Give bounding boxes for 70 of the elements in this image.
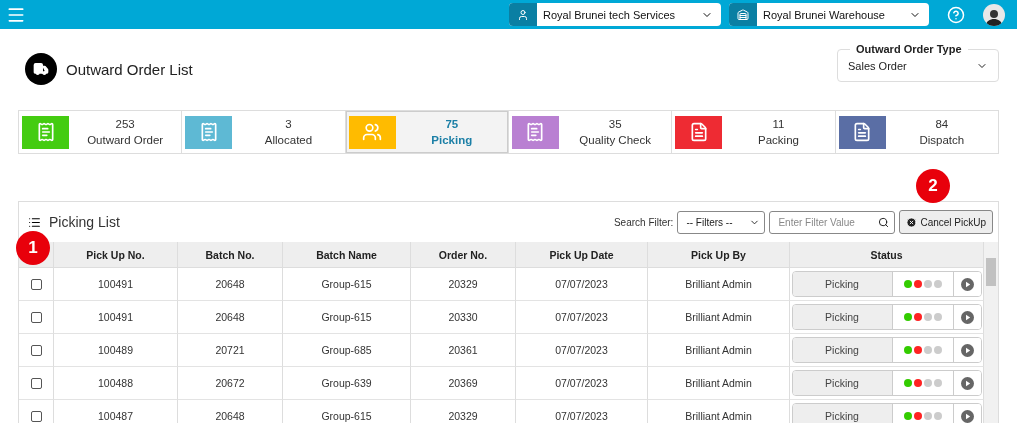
table-cell: Brilliant Admin: [648, 334, 790, 367]
column-header: Batch Name: [283, 242, 411, 268]
table-cell: Group-685: [283, 334, 411, 367]
stat-count: 75: [445, 117, 459, 132]
table-cell: 100491: [54, 268, 178, 301]
column-header: Batch No.: [178, 242, 283, 268]
table-cell: 100489: [54, 334, 178, 367]
stat-label: Allocated: [264, 133, 313, 148]
stat-label: Quality Check: [579, 133, 651, 148]
table-cell: Brilliant Admin: [648, 400, 790, 423]
table-cell: 20648: [178, 400, 283, 423]
table-cell: 100487: [54, 400, 178, 423]
column-header: Pick Up By: [648, 242, 790, 268]
stat-label: Picking: [431, 133, 473, 148]
column-header: Pick Up No.: [54, 242, 178, 268]
warehouse-select[interactable]: Royal Brunei Warehouse: [729, 3, 929, 26]
stat-count: 253: [115, 117, 135, 132]
status-button[interactable]: Picking: [792, 305, 893, 329]
table-cell: 07/07/2023: [516, 301, 648, 334]
stat-card[interactable]: 11 Packing: [672, 111, 836, 153]
stat-count: 35: [608, 117, 622, 132]
filter-input[interactable]: Enter Filter Value: [769, 210, 896, 234]
status-button[interactable]: Picking: [792, 404, 893, 423]
filter-select[interactable]: -- Filters --: [677, 210, 766, 234]
stat-card[interactable]: 3 Allocated: [182, 111, 346, 153]
table-cell: 100491: [54, 301, 178, 334]
column-header: Status: [790, 242, 984, 268]
table-cell: Group-615: [283, 400, 411, 423]
table-cell: 20672: [178, 367, 283, 400]
table-cell: 100488: [54, 367, 178, 400]
page-title: Outward Order List: [66, 60, 193, 78]
search-filter-label: Search Filter:: [613, 216, 674, 228]
status-button[interactable]: Picking: [792, 272, 893, 296]
table-cell: 07/07/2023: [516, 367, 648, 400]
stat-count: 11: [772, 117, 785, 132]
stat-label: Packing: [758, 133, 799, 148]
table-cell: 20369: [411, 367, 516, 400]
table-cell: 20648: [178, 268, 283, 301]
table-cell: 20721: [178, 334, 283, 367]
stat-label: Dispatch: [919, 133, 965, 148]
table-cell: 20648: [178, 301, 283, 334]
stat-label: Outward Order: [87, 133, 164, 148]
table-cell: 07/07/2023: [516, 334, 648, 367]
table-cell: Group-615: [283, 301, 411, 334]
column-header: Order No.: [411, 242, 516, 268]
table-cell: 07/07/2023: [516, 400, 648, 423]
table-cell: 20330: [411, 301, 516, 334]
table-cell: 07/07/2023: [516, 268, 648, 301]
table-cell: 20361: [411, 334, 516, 367]
table-cell: Brilliant Admin: [648, 301, 790, 334]
status-button[interactable]: Picking: [792, 338, 893, 362]
column-header: Pick Up Date: [516, 242, 648, 268]
stat-count: 3: [285, 117, 292, 132]
stat-card[interactable]: 35 Quality Check: [509, 111, 673, 153]
panel-title: Picking List: [49, 214, 120, 230]
table-cell: 20329: [411, 400, 516, 423]
stat-card[interactable]: 75 Picking: [345, 111, 509, 153]
stat-count: 84: [935, 117, 949, 132]
status-button[interactable]: Picking: [792, 371, 893, 395]
step-marker: 1: [16, 231, 50, 265]
table-cell: Group-615: [283, 268, 411, 301]
order-type-label: Outward Order Type: [850, 43, 968, 56]
table-cell: Brilliant Admin: [648, 367, 790, 400]
table-cell: 20329: [411, 268, 516, 301]
step-marker: 2: [916, 169, 950, 203]
stat-card[interactable]: 253 Outward Order: [19, 111, 183, 153]
table-cell: Brilliant Admin: [648, 268, 790, 301]
table-cell: Group-639: [283, 367, 411, 400]
cancel-pickup-button[interactable]: Cancel PickUp: [899, 210, 993, 234]
company-select[interactable]: Royal Brunei tech Services: [509, 3, 721, 26]
